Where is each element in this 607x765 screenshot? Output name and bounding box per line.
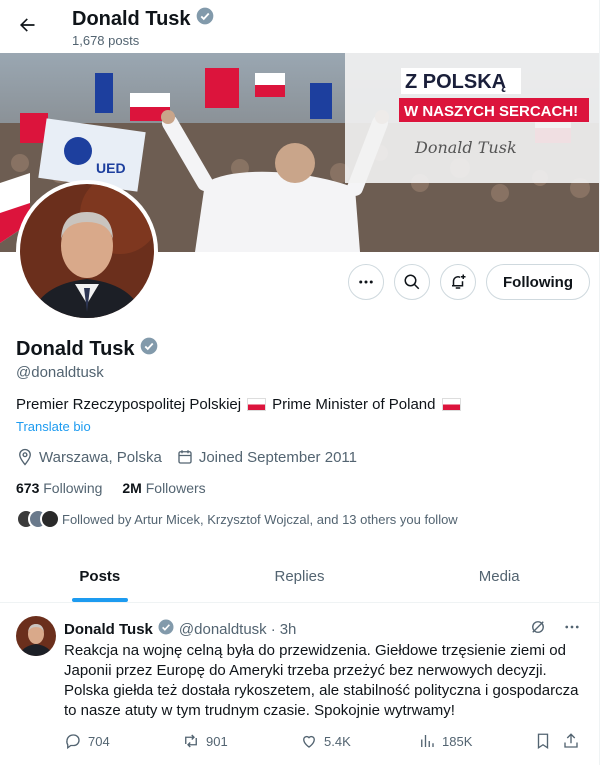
header-title: Donald Tusk (72, 6, 215, 32)
notifications-button[interactable] (440, 264, 477, 300)
profile-meta: Warszawa, Polska Joined September 2011 (16, 448, 357, 466)
bell-plus-icon (452, 274, 466, 289)
bookmark-icon (537, 733, 549, 750)
verified-badge-icon (157, 618, 175, 640)
following-count: 673 (16, 480, 40, 496)
reply-count: 704 (88, 733, 110, 749)
follow-counts: 673 Following 2M Followers (16, 480, 206, 496)
join-date-text: Joined September 2011 (198, 448, 357, 466)
heart-icon (303, 735, 315, 748)
more-options-button[interactable] (348, 264, 385, 300)
like-button[interactable]: 5.4K (300, 732, 418, 750)
tweet-time[interactable]: 3h (280, 621, 297, 638)
tweet-actions: 704 901 5.4K 185K (64, 732, 584, 750)
followers-count: 2M (122, 480, 142, 496)
views-chart-icon (421, 735, 434, 747)
profile-avatar[interactable] (16, 180, 158, 322)
verified-badge-icon (139, 336, 159, 362)
tweet-author-name[interactable]: Donald Tusk (64, 621, 153, 638)
tweet-header: Donald Tusk @donaldtusk · 3h (64, 618, 296, 640)
view-count: 185K (442, 733, 473, 749)
location-text: Warszawa, Polska (39, 448, 162, 466)
reply-icon (66, 734, 80, 750)
following-count-link[interactable]: 673 Following (16, 480, 102, 496)
banner-slogan-line2: W NASZYCH SERCACH! (404, 103, 578, 120)
tweet-text: Reakcja na wojnę celną była do przewidze… (64, 642, 579, 719)
profile-name-text: Donald Tusk (16, 337, 135, 360)
like-count: 5.4K (324, 733, 351, 749)
tweet[interactable]: Donald Tusk @donaldtusk · 3h Reakcja na … (0, 604, 599, 765)
tweet-avatar[interactable] (16, 616, 56, 656)
location-pin-icon (19, 448, 31, 466)
back-arrow-icon[interactable] (12, 10, 42, 40)
tweet-separator: · (270, 620, 276, 638)
banner-sign-text: UED (96, 160, 126, 176)
followers-avatars (16, 509, 60, 529)
repost-count: 901 (206, 733, 228, 749)
poland-flag-icon (247, 398, 267, 411)
followers-label: Followers (145, 480, 206, 496)
views-button[interactable]: 185K (418, 732, 534, 750)
location: Warszawa, Polska (16, 448, 162, 466)
followed-by-text: Followed by Artur Micek, Krzysztof Wojcz… (62, 511, 458, 527)
reply-button[interactable]: 704 (64, 732, 182, 750)
tab-media[interactable]: Media (399, 556, 599, 602)
followed-by[interactable]: Followed by Artur Micek, Krzysztof Wojcz… (16, 509, 458, 529)
share-button[interactable] (562, 732, 584, 750)
repost-button[interactable]: 901 (182, 732, 300, 750)
profile-handle: @donaldtusk (16, 364, 104, 381)
tweet-author-handle[interactable]: @donaldtusk (179, 621, 267, 638)
search-icon (404, 274, 420, 290)
banner-signature: Donald Tusk (414, 138, 517, 157)
profile-bio: Premier Rzeczypospolitej Polskiej Prime … (16, 396, 461, 413)
following-button[interactable]: Following (486, 264, 590, 300)
profile-actions: Following (348, 264, 590, 300)
grok-icon[interactable] (529, 618, 547, 641)
join-date: Joined September 2011 (176, 448, 357, 466)
profile-name: Donald Tusk (16, 336, 159, 362)
avatar (40, 509, 60, 529)
header-name: Donald Tusk (72, 7, 191, 30)
bio-text-pl: Premier Rzeczypospolitej Polskiej (16, 396, 242, 413)
repost-icon (185, 734, 197, 748)
banner-slogan-line1: Z POLSKĄ (405, 71, 506, 93)
posts-count: 1,678 posts (72, 33, 140, 48)
more-dots-icon[interactable] (563, 618, 581, 641)
more-dots-icon (359, 280, 373, 284)
share-icon (564, 733, 578, 748)
tab-replies[interactable]: Replies (200, 556, 400, 602)
translate-bio-link[interactable]: Translate bio (16, 419, 91, 434)
tab-posts[interactable]: Posts (0, 556, 200, 602)
verified-badge-icon (195, 6, 215, 32)
following-label: Following (43, 480, 103, 496)
bookmark-button[interactable] (534, 732, 562, 750)
poland-flag-icon (441, 398, 461, 411)
top-bar: Donald Tusk 1,678 posts (0, 0, 607, 53)
tweet-top-icons (529, 618, 581, 641)
bio-text-en: Prime Minister of Poland (272, 396, 436, 413)
column-divider (599, 0, 600, 765)
followers-count-link[interactable]: 2M Followers (122, 480, 205, 496)
calendar-icon (178, 450, 192, 464)
profile-tabs: Posts Replies Media (0, 556, 599, 603)
search-profile-button[interactable] (394, 264, 431, 300)
